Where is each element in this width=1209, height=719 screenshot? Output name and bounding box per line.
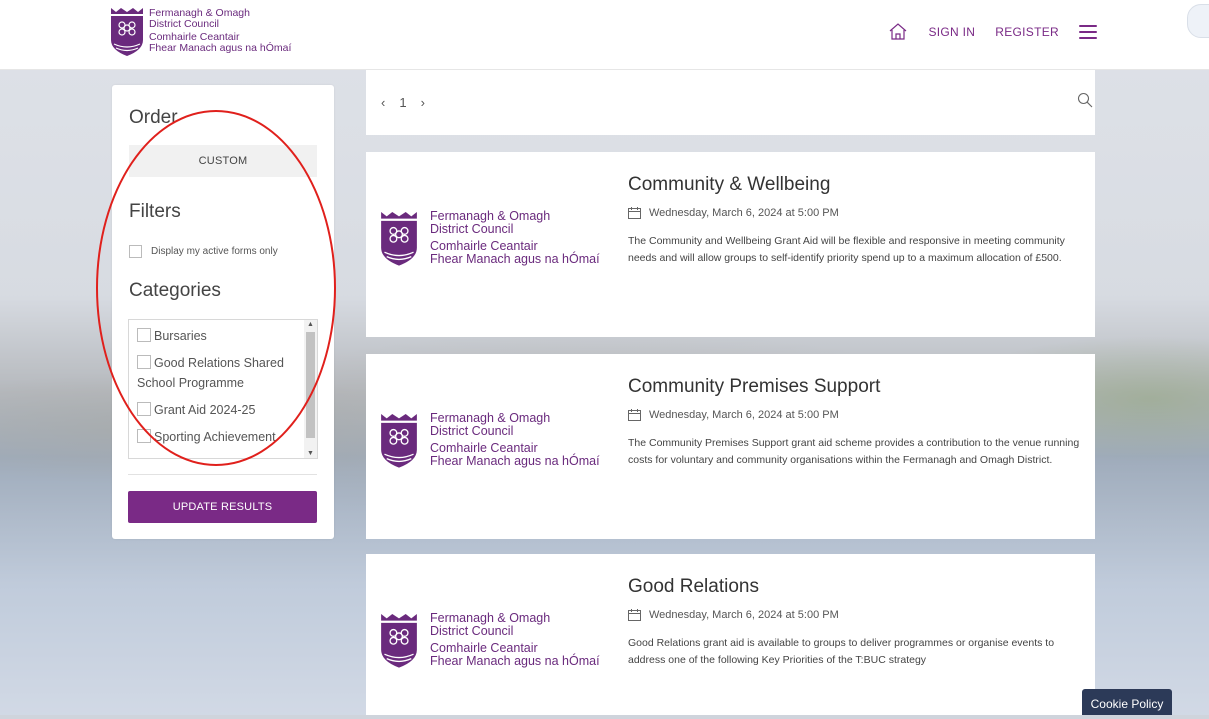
- category-label: Sporting Achievement: [154, 430, 276, 444]
- filter-sidebar: Order CUSTOM Filters Display my active f…: [112, 85, 334, 539]
- pagination-bar: ‹ 1 ›: [366, 70, 1095, 135]
- sidebar-divider: [128, 474, 317, 475]
- card-council-logo: Fermanagh & Omagh District Council Comha…: [380, 208, 600, 274]
- chat-widget-icon[interactable]: [1187, 4, 1209, 38]
- top-nav: SIGN IN REGISTER: [888, 22, 1097, 42]
- logo-line-2: District Council: [149, 18, 220, 30]
- card-council-logo: Fermanagh & Omagh District Council Comha…: [380, 610, 600, 676]
- card-date: Wednesday, March 6, 2024 at 5:00 PM: [628, 207, 839, 219]
- prev-page-button[interactable]: ‹: [381, 95, 385, 110]
- sign-in-link[interactable]: SIGN IN: [928, 25, 975, 39]
- update-results-button[interactable]: UPDATE RESULTS: [128, 491, 317, 523]
- card-title[interactable]: Community Premises Support: [628, 376, 880, 398]
- logo-line-4: Fhear Manach agus na hÓmaí: [149, 42, 292, 54]
- council-crest-icon: [381, 211, 417, 266]
- calendar-icon: [628, 207, 641, 219]
- card-logo-text: Fermanagh & Omagh District Council Comha…: [430, 210, 600, 266]
- council-crest-icon: [111, 8, 143, 56]
- filters-heading: Filters: [129, 201, 181, 222]
- card-description: The Community Premises Support grant aid…: [628, 437, 1080, 466]
- logo-line-4: Fhear Manach agus na hÓmaí: [430, 454, 600, 468]
- logo-line-4: Fhear Manach agus na hÓmaí: [430, 654, 600, 668]
- form-card-good-relations[interactable]: Fermanagh & Omagh District Council Comha…: [366, 554, 1095, 715]
- category-checkbox[interactable]: [137, 429, 151, 443]
- categories-heading: Categories: [129, 280, 221, 301]
- council-logo[interactable]: Fermanagh & Omagh District Council Comha…: [110, 6, 291, 62]
- card-date-text: Wednesday, March 6, 2024 at 5:00 PM: [649, 207, 839, 219]
- active-forms-label: Display my active forms only: [151, 246, 278, 257]
- page-number[interactable]: 1: [399, 95, 406, 110]
- council-crest-icon: [381, 413, 417, 468]
- register-link[interactable]: REGISTER: [995, 25, 1059, 39]
- scrollbar-thumb[interactable]: [306, 332, 315, 438]
- logo-line-2: District Council: [430, 222, 514, 236]
- search-icon[interactable]: [1077, 92, 1093, 108]
- form-card-community-wellbeing[interactable]: Fermanagh & Omagh District Council Comha…: [366, 152, 1095, 337]
- category-checkbox[interactable]: [137, 355, 151, 369]
- category-label: Bursaries: [154, 329, 207, 343]
- pagination-controls: ‹ 1 ›: [381, 95, 425, 110]
- card-date-text: Wednesday, March 6, 2024 at 5:00 PM: [649, 609, 839, 621]
- order-heading: Order: [129, 107, 178, 128]
- scroll-down-arrow-icon[interactable]: ▼: [307, 450, 314, 457]
- category-item-sporting[interactable]: Sporting Achievement: [137, 427, 302, 447]
- card-title[interactable]: Community & Wellbeing: [628, 174, 830, 196]
- logo-line-4: Fhear Manach agus na hÓmaí: [430, 252, 600, 266]
- council-crest-icon: [381, 613, 417, 668]
- card-title[interactable]: Good Relations: [628, 576, 759, 598]
- cookie-policy-button[interactable]: Cookie Policy: [1082, 689, 1172, 715]
- card-date: Wednesday, March 6, 2024 at 5:00 PM: [628, 609, 839, 621]
- card-logo-text: Fermanagh & Omagh District Council Comha…: [430, 412, 600, 468]
- home-icon[interactable]: [888, 22, 908, 42]
- card-description: The Community and Wellbeing Grant Aid wi…: [628, 235, 1065, 264]
- categories-scrollbar[interactable]: ▲ ▼: [304, 320, 317, 458]
- active-forms-filter[interactable]: Display my active forms only: [129, 245, 278, 258]
- category-checkbox[interactable]: [137, 328, 151, 342]
- card-date: Wednesday, March 6, 2024 at 5:00 PM: [628, 409, 839, 421]
- card-description: Good Relations grant aid is available to…: [628, 637, 1055, 666]
- category-item-grant-aid[interactable]: Grant Aid 2024-25: [137, 400, 302, 420]
- logo-line-2: District Council: [430, 424, 514, 438]
- category-item-good-relations[interactable]: Good Relations Shared School Programme: [137, 353, 302, 393]
- scroll-up-arrow-icon[interactable]: ▲: [307, 321, 314, 328]
- logo-line-2: District Council: [430, 624, 514, 638]
- site-header: Fermanagh & Omagh District Council Comha…: [0, 0, 1209, 70]
- order-custom-button[interactable]: CUSTOM: [129, 145, 317, 177]
- hamburger-icon[interactable]: [1079, 25, 1097, 39]
- active-forms-checkbox[interactable]: [129, 245, 142, 258]
- category-checkbox[interactable]: [137, 402, 151, 416]
- council-logo-text: Fermanagh & Omagh District Council Comha…: [149, 8, 291, 54]
- next-page-button[interactable]: ›: [421, 95, 425, 110]
- card-council-logo: Fermanagh & Omagh District Council Comha…: [380, 410, 600, 476]
- calendar-icon: [628, 609, 641, 621]
- categories-list-box[interactable]: Bursaries Good Relations Shared School P…: [128, 319, 318, 459]
- card-date-text: Wednesday, March 6, 2024 at 5:00 PM: [649, 409, 839, 421]
- category-item-bursaries[interactable]: Bursaries: [137, 326, 302, 346]
- card-logo-text: Fermanagh & Omagh District Council Comha…: [430, 612, 600, 668]
- category-label: Grant Aid 2024-25: [154, 403, 256, 417]
- calendar-icon: [628, 409, 641, 421]
- form-card-community-premises[interactable]: Fermanagh & Omagh District Council Comha…: [366, 354, 1095, 539]
- category-label: Good Relations Shared School Programme: [137, 356, 284, 390]
